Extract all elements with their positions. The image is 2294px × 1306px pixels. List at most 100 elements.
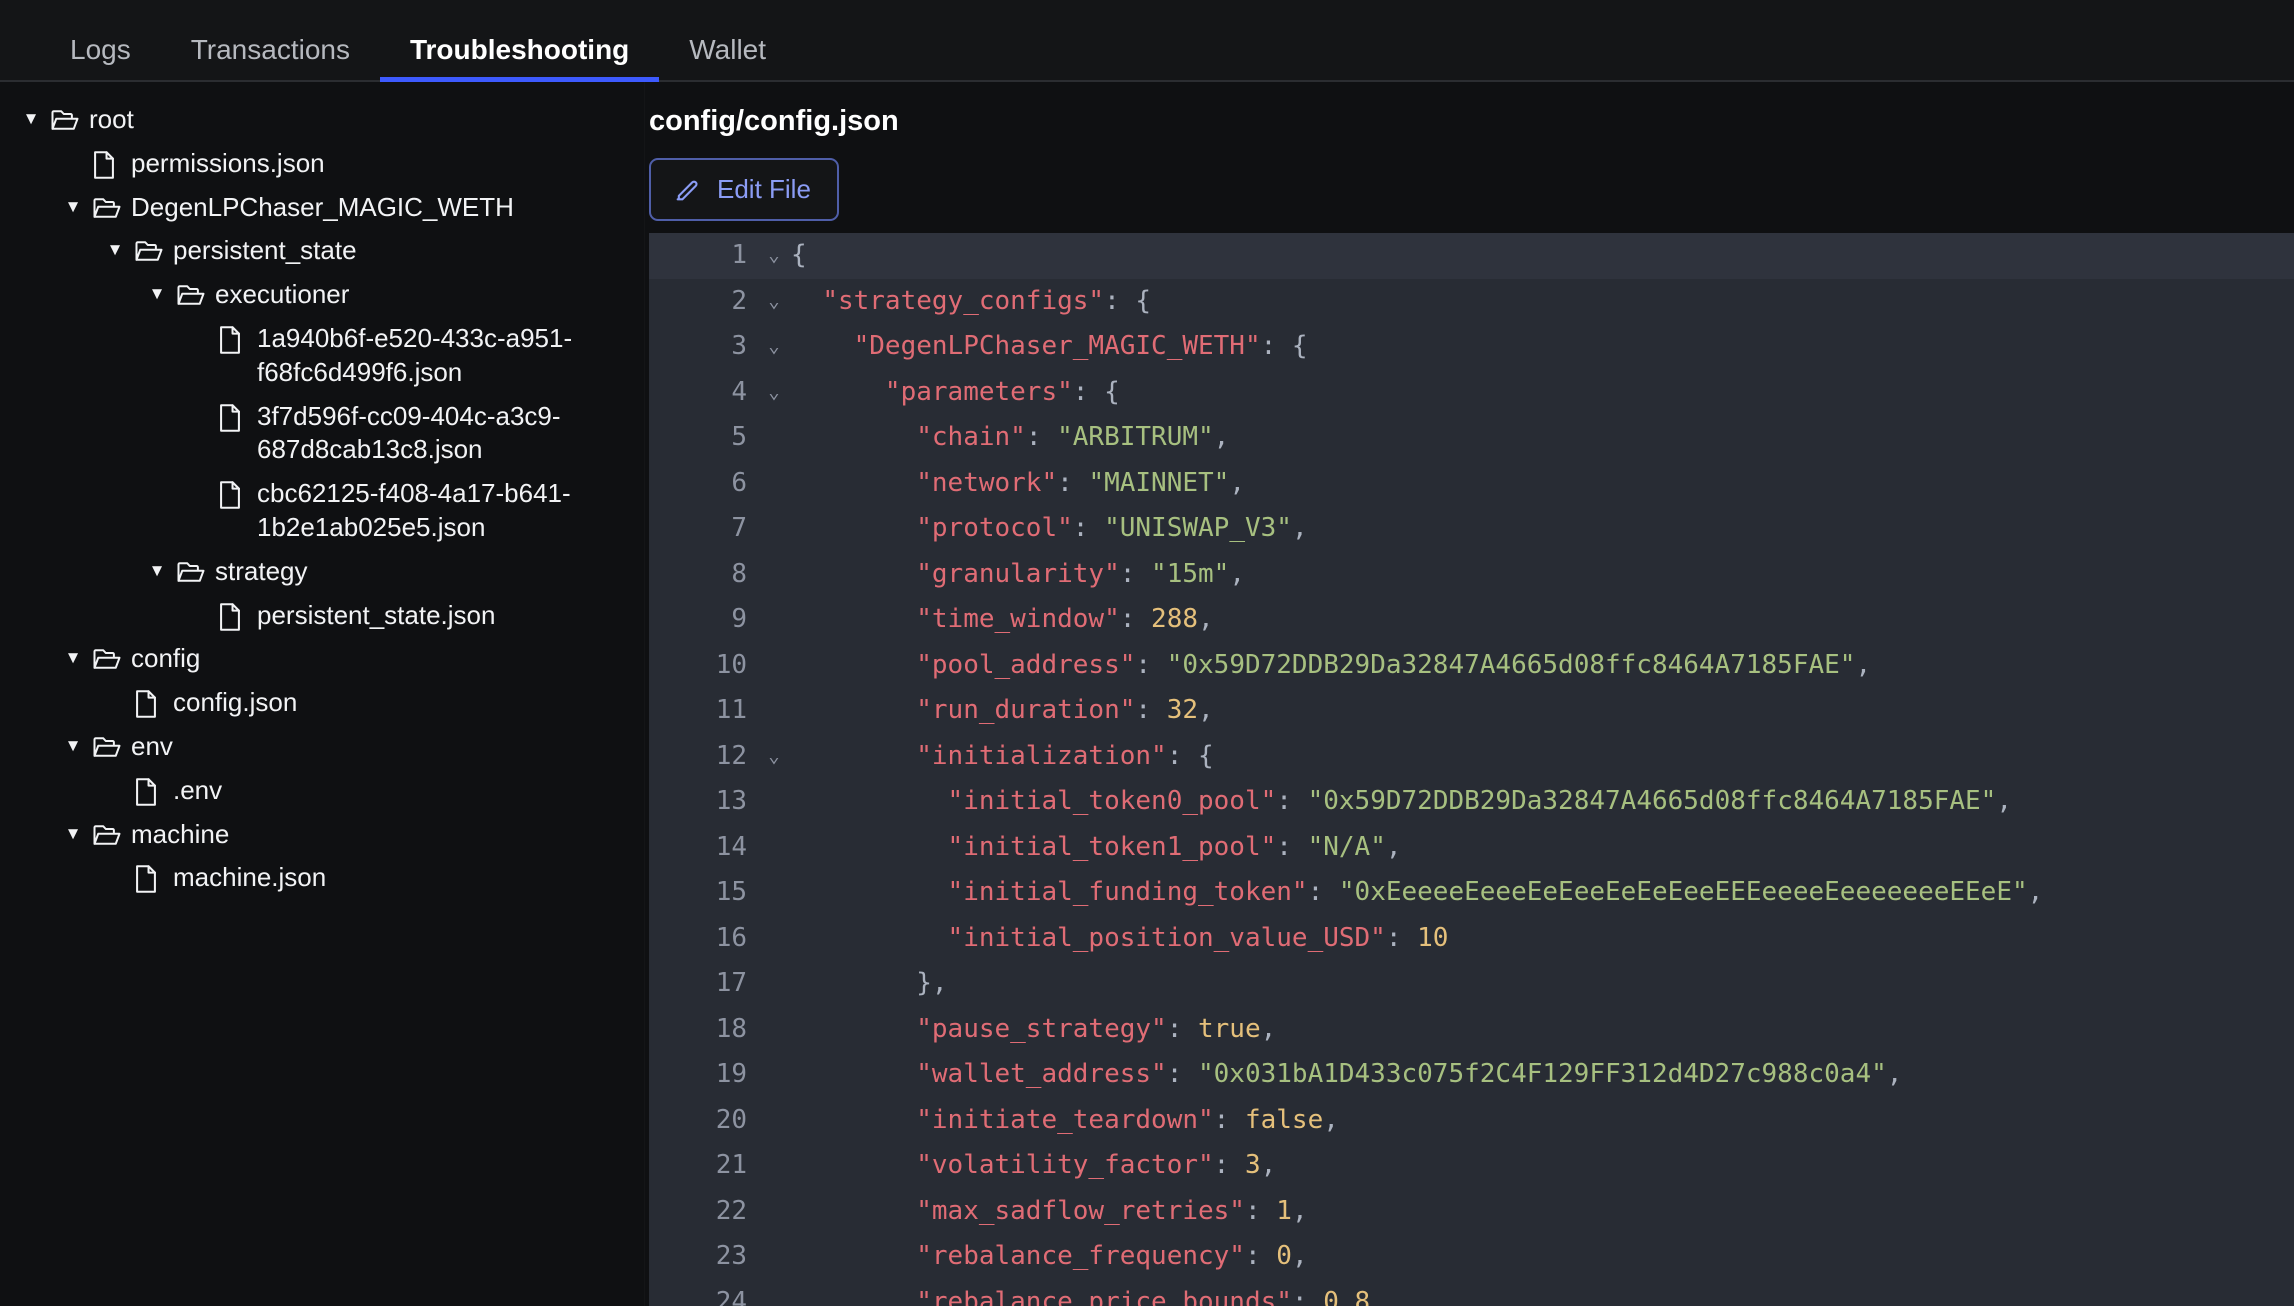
code-line[interactable]: 1 ⌄{ [649, 233, 2294, 279]
code-text: "DegenLPChaser_MAGIC_WETH": { [853, 331, 1308, 361]
code-line[interactable]: 8 "granularity": "15m", [649, 552, 2294, 598]
folder-icon [92, 817, 122, 848]
code-text: "protocol": "UNISWAP_V3", [916, 513, 1308, 543]
code-text: "chain": "ARBITRUM", [916, 422, 1230, 452]
code-line[interactable]: 15 "initial_funding_token": "0xEeeeeEeee… [649, 870, 2294, 916]
code-line[interactable]: 21 "volatility_factor": 3, [649, 1143, 2294, 1189]
caret-down-icon[interactable]: ▼ [18, 102, 44, 136]
line-number: 7 [731, 513, 747, 543]
tree-folder-node[interactable]: ▼ env [18, 729, 630, 764]
line-number: 19 [715, 1059, 747, 1089]
code-line[interactable]: 18 "pause_strategy": true, [649, 1007, 2294, 1053]
tree-file-node[interactable]: ▼1a940b6f-e520-433c-a951-f68fc6d499f6.js… [18, 321, 630, 390]
tree-node-label: machine [131, 818, 230, 849]
code-text: "run_duration": 32, [916, 695, 1214, 725]
folder-icon [92, 729, 122, 760]
caret-down-icon[interactable]: ▼ [60, 817, 86, 851]
code-text: "initialization": { [916, 740, 1214, 771]
chevron-down-icon[interactable]: ⌄ [757, 734, 791, 780]
folder-icon [176, 554, 206, 585]
caret-down-icon[interactable]: ▼ [144, 277, 170, 311]
tree-node-label: strategy [215, 555, 308, 586]
line-number: 23 [715, 1241, 747, 1271]
code-line[interactable]: 3 ⌄ "DegenLPChaser_MAGIC_WETH": { [649, 324, 2294, 370]
tree-folder-node[interactable]: ▼ strategy [18, 554, 630, 589]
tree-file-node[interactable]: ▼persistent_state.json [18, 598, 630, 633]
json-code-editor[interactable]: 1 ⌄{2 ⌄ "strategy_configs": {3 ⌄ "DegenLPCh… [649, 233, 2294, 1306]
file-icon [134, 685, 164, 718]
chevron-down-icon[interactable]: ⌄ [757, 324, 791, 370]
caret-down-icon[interactable]: ▼ [60, 641, 86, 675]
code-text: "granularity": "15m", [916, 558, 1245, 589]
code-line[interactable]: 10 "pool_address": "0x59D72DDB29Da32847A… [649, 643, 2294, 689]
line-number: 10 [715, 649, 747, 680]
caret-down-icon[interactable]: ▼ [144, 554, 170, 588]
tree-file-node[interactable]: ▼config.json [18, 685, 630, 720]
troubleshooting-page: Logs Transactions Troubleshooting Wallet ▼ r… [0, 0, 2294, 1306]
code-line[interactable]: 23 "rebalance_frequency": 0, [649, 1234, 2294, 1280]
code-line[interactable]: 16 "initial_position_value_USD": 10 [649, 916, 2294, 962]
code-text: "initial_position_value_USD": 10 [947, 922, 1449, 953]
code-line[interactable]: 12 ⌄ "initialization": { [649, 734, 2294, 780]
tree-file-node[interactable]: ▼3f7d596f-cc09-404c-a3c9-687d8cab13c8.js… [18, 399, 630, 468]
tree-folder-node[interactable]: ▼ DegenLPChaser_MAGIC_WETH [18, 190, 630, 225]
tree-folder-node[interactable]: ▼ persistent_state [18, 233, 630, 268]
code-text: "strategy_configs": { [822, 285, 1152, 316]
tree-folder-node[interactable]: ▼ executioner [18, 277, 630, 312]
line-number: 12 [715, 740, 747, 771]
file-viewer-panel: config/config.json Edit File 1 ⌄{2 ⌄ "stra… [645, 82, 2294, 1306]
code-line[interactable]: 2 ⌄ "strategy_configs": { [649, 279, 2294, 325]
tree-node-label: executioner [215, 279, 350, 310]
code-text: "network": "MAINNET", [916, 467, 1245, 498]
folder-icon [92, 641, 122, 672]
line-number: 11 [715, 695, 747, 725]
file-icon [92, 146, 122, 179]
code-line[interactable]: 14 "initial_token1_pool": "N/A", [649, 825, 2294, 871]
file-icon [218, 476, 248, 509]
tree-node-label: 3f7d596f-cc09-404c-a3c9-687d8cab13c8.jso… [257, 400, 561, 465]
line-number: 1 [731, 240, 747, 270]
code-line[interactable]: 24 "rebalance_price_bounds": 0.8, [649, 1280, 2294, 1306]
file-tree-sidebar[interactable]: ▼root▼permissions.json▼DegenLPChaser_MAG… [0, 82, 645, 1306]
tree-folder-node[interactable]: ▼ root [18, 102, 630, 137]
tab-wallet[interactable]: Wallet [659, 36, 796, 80]
code-text: "initial_funding_token": "0xEeeeeEeeeEeE… [947, 877, 2044, 907]
code-line[interactable]: 7 "protocol": "UNISWAP_V3", [649, 506, 2294, 552]
tree-node-label: DegenLPChaser_MAGIC_WETH [131, 191, 514, 222]
tree-node-label: persistent_state.json [257, 599, 496, 630]
tree-node-label: config [131, 643, 201, 674]
code-line[interactable]: 6 "network": "MAINNET", [649, 461, 2294, 507]
caret-down-icon[interactable]: ▼ [60, 190, 86, 224]
code-text: "pool_address": "0x59D72DDB29Da32847A466… [916, 649, 1872, 680]
tab-logs[interactable]: Logs [40, 36, 161, 80]
code-line[interactable]: 17 }, [649, 961, 2294, 1007]
code-line[interactable]: 5 "chain": "ARBITRUM", [649, 415, 2294, 461]
code-line[interactable]: 13 "initial_token0_pool": "0x59D72DDB29D… [649, 779, 2294, 825]
code-line[interactable]: 22 "max_sadflow_retries": 1, [649, 1189, 2294, 1235]
pencil-icon [673, 176, 701, 204]
tab-troubleshooting[interactable]: Troubleshooting [379, 36, 660, 82]
tree-node-label: config.json [173, 687, 298, 718]
caret-down-icon[interactable]: ▼ [102, 233, 128, 267]
code-line[interactable]: 11 "run_duration": 32, [649, 688, 2294, 734]
tree-folder-node[interactable]: ▼ config [18, 641, 630, 676]
edit-file-button[interactable]: Edit File [649, 158, 839, 221]
caret-down-icon[interactable]: ▼ [60, 729, 86, 763]
line-number: 21 [715, 1150, 747, 1180]
tree-file-node[interactable]: ▼permissions.json [18, 146, 630, 181]
tree-file-node[interactable]: ▼.env [18, 773, 630, 808]
tree-folder-node[interactable]: ▼ machine [18, 817, 630, 852]
code-line[interactable]: 4 ⌄ "parameters": { [649, 370, 2294, 416]
code-line[interactable]: 9 "time_window": 288, [649, 597, 2294, 643]
tree-file-node[interactable]: ▼machine.json [18, 860, 630, 895]
tree-file-node[interactable]: ▼cbc62125-f408-4a17-b641-1b2e1ab025e5.js… [18, 476, 630, 545]
tab-transactions[interactable]: Transactions [161, 36, 380, 80]
line-number: 20 [715, 1104, 747, 1135]
chevron-down-icon[interactable]: ⌄ [757, 279, 791, 325]
code-line[interactable]: 20 "initiate_teardown": false, [649, 1098, 2294, 1144]
code-line[interactable]: 19 "wallet_address": "0x031bA1D433c075f2… [649, 1052, 2294, 1098]
line-number: 15 [715, 877, 747, 907]
folder-icon [134, 233, 164, 264]
chevron-down-icon[interactable]: ⌄ [757, 233, 791, 279]
chevron-down-icon[interactable]: ⌄ [757, 370, 791, 416]
